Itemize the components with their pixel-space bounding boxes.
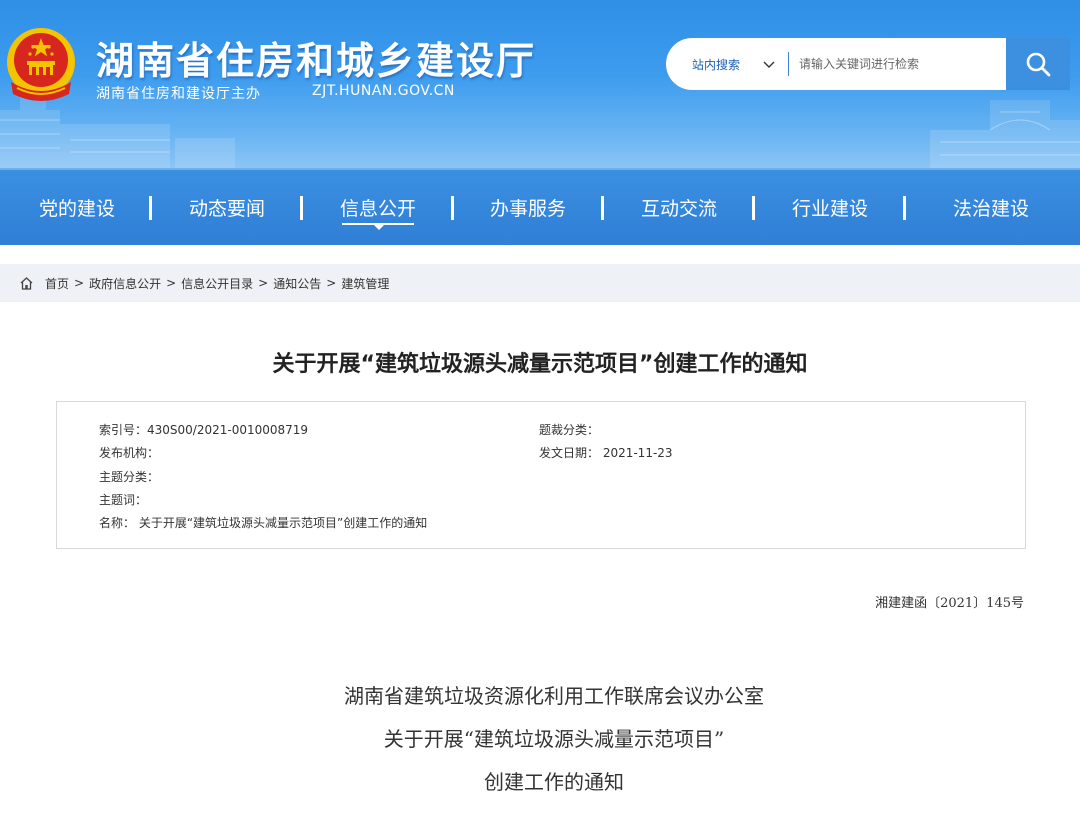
nav-separator <box>752 196 755 220</box>
meta-keywords: 主题词： <box>99 493 148 507</box>
nav-item-interaction[interactable]: 互动交流 <box>624 170 734 245</box>
nav-item-services[interactable]: 办事服务 <box>473 170 583 245</box>
breadcrumb-separator: > <box>166 276 177 290</box>
nav-separator <box>149 196 152 220</box>
document-metadata-box: 索引号：430S00/2021-0010008719 题裁分类： 发布机构： 发… <box>56 401 1026 549</box>
nav-caret-icon <box>374 225 384 230</box>
meta-topic-category: 主题分类： <box>99 470 160 484</box>
search-scope-dropdown[interactable]: 站内搜索 <box>666 38 788 90</box>
breadcrumb-separator: > <box>258 276 269 290</box>
breadcrumb-home[interactable]: 首页 <box>45 275 69 292</box>
nav-item-rule-of-law[interactable]: 法治建设 <box>936 170 1046 245</box>
home-icon[interactable] <box>19 276 34 291</box>
nav-item-label: 行业建设 <box>791 198 868 220</box>
body-heading-line: 创建工作的通知 <box>484 770 624 794</box>
site-title[interactable]: 湖南省住房和城乡建设厅 <box>96 30 536 85</box>
breadcrumb-info-catalog[interactable]: 信息公开目录 <box>181 275 253 292</box>
breadcrumb-gov-info[interactable]: 政府信息公开 <box>89 275 161 292</box>
nav-item-label: 互动交流 <box>640 198 717 220</box>
nav-item-label: 信息公开 <box>339 198 416 220</box>
search-icon <box>1026 52 1051 77</box>
nav-separator <box>300 196 303 220</box>
nav-separator <box>601 196 604 220</box>
chevron-down-icon <box>763 61 775 68</box>
site-domain: ZJT.HUNAN.GOV.CN <box>312 83 455 99</box>
nav-item-news[interactable]: 动态要闻 <box>172 170 282 245</box>
nav-item-party-building[interactable]: 党的建设 <box>22 170 132 245</box>
nav-item-label: 法治建设 <box>952 198 1029 220</box>
site-header: 湖南省住房和城乡建设厅 湖南省住房和建设厅主办 ZJT.HUNAN.GOV.CN… <box>0 0 1080 168</box>
breadcrumb-notices[interactable]: 通知公告 <box>273 275 321 292</box>
body-heading-line: 湖南省建筑垃圾资源化利用工作联席会议办公室 <box>344 684 764 708</box>
meta-index-number: 索引号：430S00/2021-0010008719 <box>99 423 309 437</box>
nav-separator <box>903 196 906 220</box>
main-nav: 党的建设 动态要闻 信息公开 办事服务 互动交流 行业建设 法治建设 <box>0 168 1080 245</box>
meta-publisher: 发布机构： <box>99 446 160 460</box>
article-title: 关于开展“建筑垃圾源头减量示范项目”创建工作的通知 <box>272 352 808 377</box>
meta-document-name: 名称： 关于开展“建筑垃圾源头减量示范项目”创建工作的通知 <box>99 516 428 530</box>
nav-item-label: 党的建设 <box>38 198 115 220</box>
nav-item-label: 动态要闻 <box>188 198 265 220</box>
search-button[interactable] <box>1006 38 1070 90</box>
breadcrumb: 首页 > 政府信息公开 > 信息公开目录 > 通知公告 > 建筑管理 <box>0 264 1080 302</box>
breadcrumb-separator: > <box>326 276 337 290</box>
meta-issue-date: 发文日期： 2021-11-23 <box>539 446 673 460</box>
site-subtitle: 湖南省住房和建设厅主办 <box>96 86 261 102</box>
nav-separator <box>451 196 454 220</box>
breadcrumb-separator: > <box>74 276 85 290</box>
search-scope-label: 站内搜索 <box>692 57 741 72</box>
body-heading-line: 关于开展“建筑垃圾源头减量示范项目” <box>383 727 725 751</box>
nav-item-label: 办事服务 <box>489 198 566 220</box>
national-emblem-icon <box>7 28 75 101</box>
nav-item-industry[interactable]: 行业建设 <box>775 170 885 245</box>
breadcrumb-construction-mgmt[interactable]: 建筑管理 <box>341 275 389 292</box>
nav-item-info-disclosure[interactable]: 信息公开 <box>323 170 433 245</box>
meta-genre-category: 题裁分类： <box>539 423 600 437</box>
document-number: 湘建建函〔2021〕145号 <box>875 596 1024 611</box>
